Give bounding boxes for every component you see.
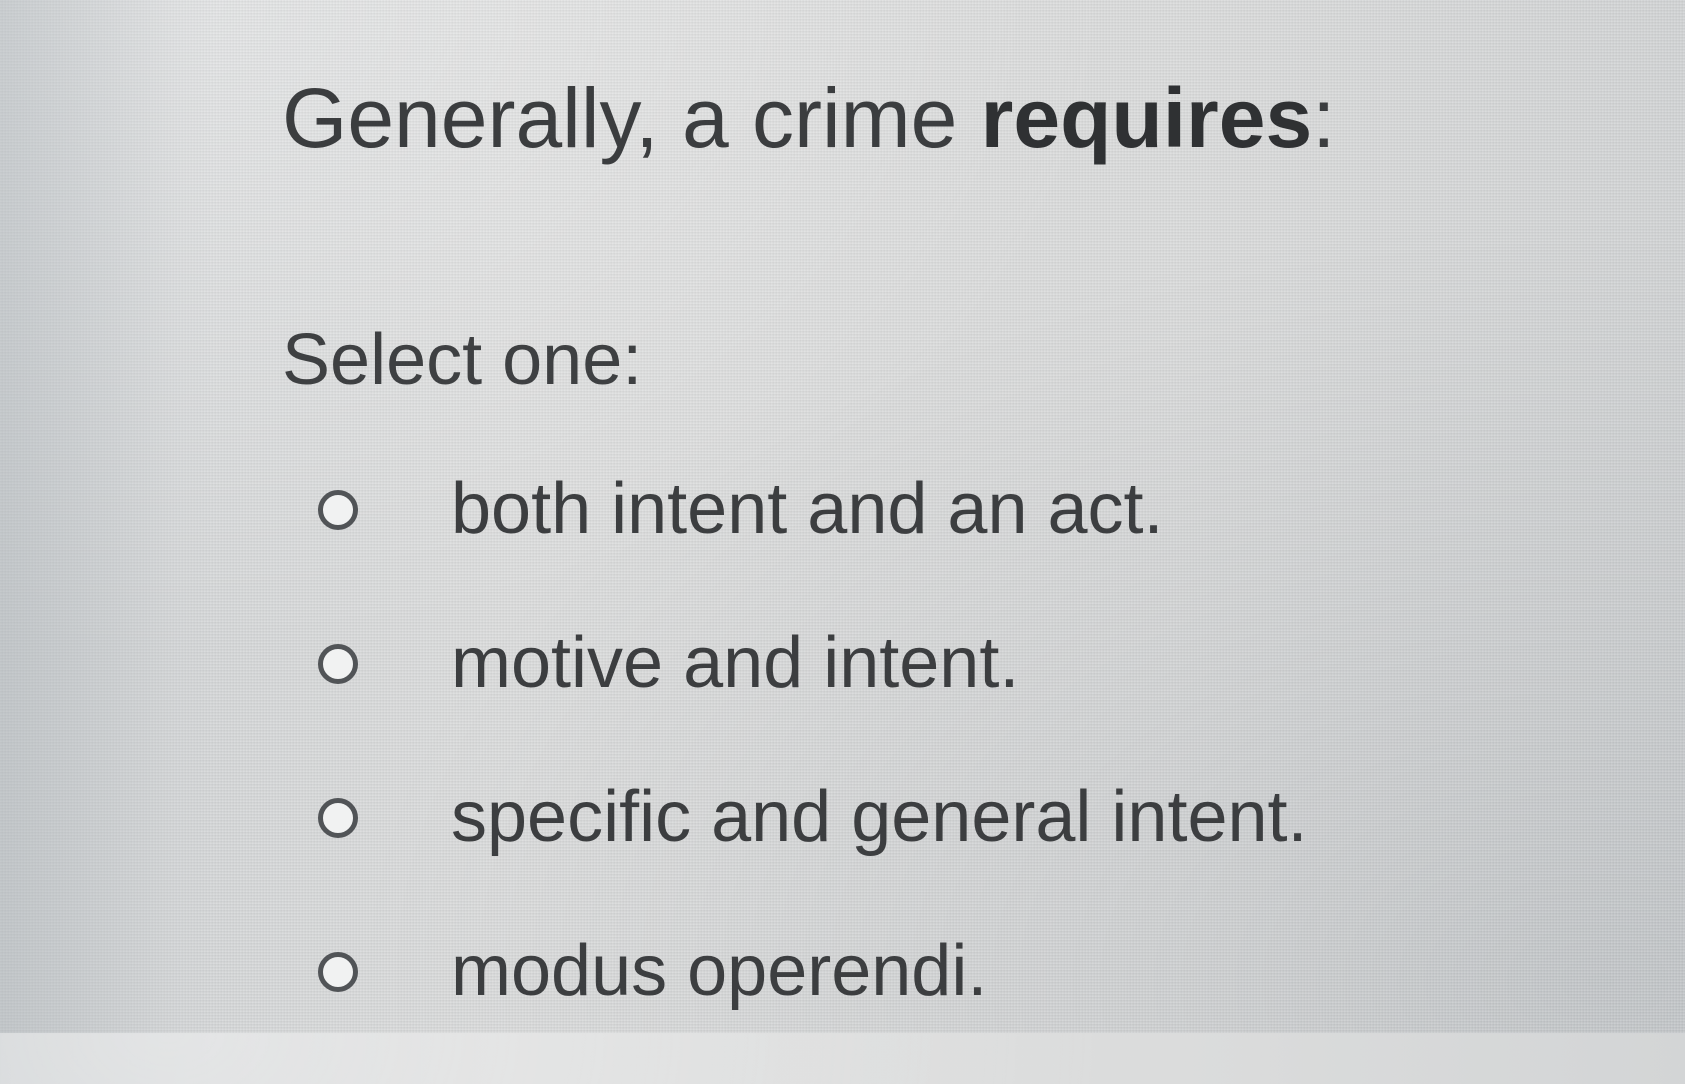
answer-option-label: both intent and an act. — [451, 469, 1164, 549]
answer-option-modus-operendi[interactable]: modus operendi. — [318, 930, 1518, 1084]
answer-option-motive-intent[interactable]: motive and intent. — [318, 622, 1518, 776]
answer-options: both intent and an act. motive and inten… — [318, 468, 1518, 1084]
answer-option-both-intent-act[interactable]: both intent and an act. — [318, 468, 1518, 622]
answer-option-label: specific and general intent. — [451, 777, 1308, 857]
question-title: Generally, a crime requires: — [282, 70, 1336, 166]
question-title-emphasis: requires — [980, 71, 1313, 165]
answer-option-label: modus operendi. — [451, 931, 988, 1011]
radio-button-icon[interactable] — [318, 644, 358, 684]
radio-button-icon[interactable] — [318, 490, 358, 530]
answer-option-specific-general-intent[interactable]: specific and general intent. — [318, 776, 1518, 930]
question-title-prefix: Generally, a crime — [282, 71, 981, 165]
select-one-prompt: Select one: — [282, 320, 643, 400]
radio-button-icon[interactable] — [318, 952, 358, 992]
answer-option-label: motive and intent. — [451, 623, 1020, 703]
question-card: Generally, a crime requires: Select one:… — [0, 0, 1685, 1033]
question-title-suffix: : — [1312, 71, 1336, 165]
radio-button-icon[interactable] — [318, 798, 358, 838]
